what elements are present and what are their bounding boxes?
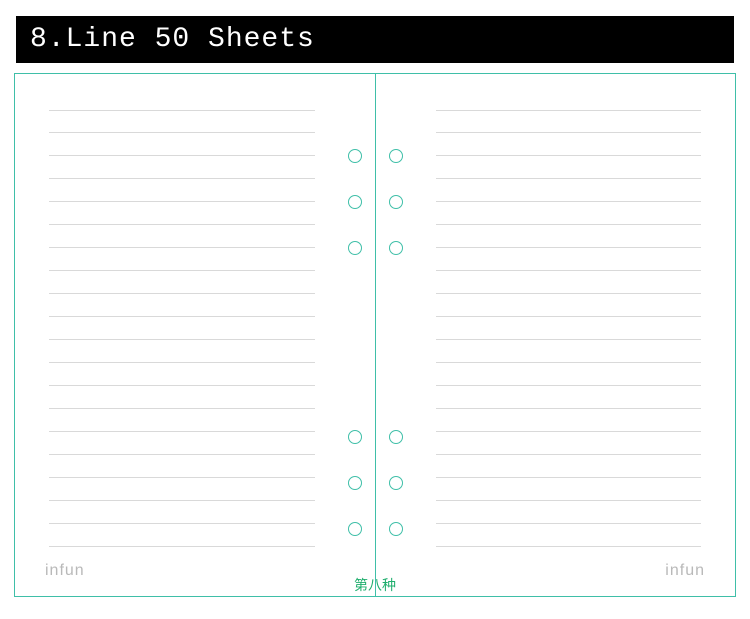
notebook-page-left: infun — [15, 74, 375, 596]
rule-line — [436, 271, 702, 294]
notebook-page-right: infun — [376, 74, 736, 596]
rule-line — [49, 386, 315, 409]
rule-line — [49, 248, 315, 271]
binder-holes-left — [345, 74, 365, 596]
rule-line — [49, 409, 315, 432]
rule-line — [436, 386, 702, 409]
rule-line — [49, 110, 315, 133]
rule-line — [436, 478, 702, 501]
rule-line — [49, 340, 315, 363]
rule-line — [436, 340, 702, 363]
rule-line — [436, 179, 702, 202]
rule-line — [49, 133, 315, 156]
binder-holes-right — [386, 74, 406, 596]
rule-lines-left — [35, 110, 351, 547]
binder-hole — [348, 522, 362, 536]
binder-hole — [348, 476, 362, 490]
rule-line — [49, 225, 315, 248]
rule-line — [49, 156, 315, 179]
binder-hole — [389, 522, 403, 536]
rule-line — [436, 524, 702, 547]
binder-hole — [389, 149, 403, 163]
rule-line — [436, 409, 702, 432]
rule-line — [49, 294, 315, 317]
rule-line — [436, 317, 702, 340]
rule-line — [49, 202, 315, 225]
rule-line — [49, 179, 315, 202]
binder-hole — [348, 430, 362, 444]
rule-line — [49, 478, 315, 501]
rule-line — [49, 317, 315, 340]
binder-hole — [389, 430, 403, 444]
rule-line — [436, 156, 702, 179]
rule-line — [436, 133, 702, 156]
rule-line — [436, 225, 702, 248]
rule-line — [49, 432, 315, 455]
rule-line — [49, 363, 315, 386]
rule-line — [436, 110, 702, 133]
rule-line — [49, 455, 315, 478]
notebook-spread: infun infun — [14, 73, 736, 597]
binder-hole — [389, 241, 403, 255]
rule-line — [436, 455, 702, 478]
binder-hole — [389, 476, 403, 490]
rule-lines-right — [400, 110, 716, 547]
rule-line — [436, 363, 702, 386]
binder-hole — [348, 195, 362, 209]
binder-hole — [389, 195, 403, 209]
header-title: 8.Line 50 Sheets — [16, 16, 734, 63]
rule-line — [49, 501, 315, 524]
binder-hole — [348, 149, 362, 163]
rule-line — [436, 432, 702, 455]
rule-line — [49, 524, 315, 547]
rule-line — [436, 202, 702, 225]
footer-caption: 第八种 — [0, 575, 750, 595]
binder-hole — [348, 241, 362, 255]
rule-line — [436, 294, 702, 317]
rule-line — [436, 501, 702, 524]
rule-line — [436, 248, 702, 271]
rule-line — [49, 271, 315, 294]
